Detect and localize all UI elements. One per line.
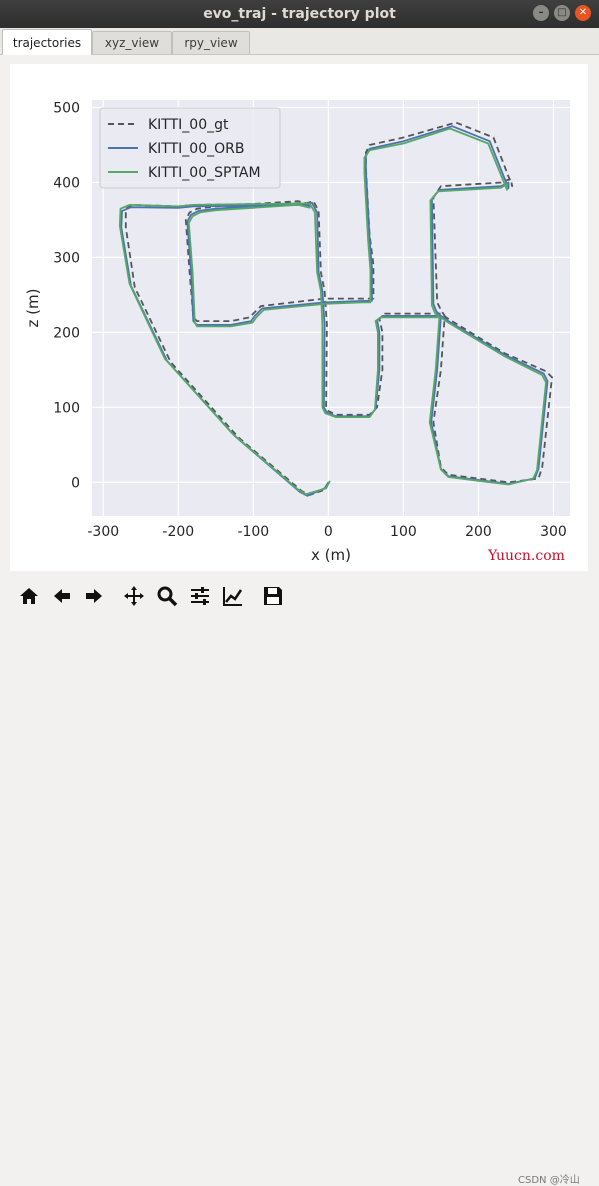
trajectory-plot[interactable]: -300 -200 -100 0 100 200 300 0 100 200 300 400 500 x … — [10, 64, 588, 571]
tab-label: trajectories — [12, 35, 82, 50]
back-button[interactable] — [51, 585, 75, 609]
x-tick-label: -100 — [237, 524, 269, 540]
zoom-magnifier-icon — [157, 586, 178, 607]
y-tick-label: 400 — [53, 175, 80, 191]
x-tick-label: -300 — [87, 524, 119, 540]
window-titlebar: evo_traj - trajectory plot – □ ✕ — [0, 0, 599, 28]
window-controls: – □ ✕ — [533, 5, 591, 21]
tab-label: xyz_view — [104, 36, 160, 50]
x-tick-label: -200 — [162, 524, 194, 540]
tab-trajectories[interactable]: trajectories — [2, 29, 92, 55]
minimize-button[interactable]: – — [533, 5, 549, 21]
y-tick-label: 200 — [53, 325, 80, 341]
home-icon — [20, 588, 38, 604]
y-tick-label: 300 — [53, 250, 80, 266]
watermark-text: Yuucn.com — [488, 548, 565, 564]
credit-text: CSDN @冷山 — [518, 1175, 580, 1186]
zoom-button[interactable] — [156, 585, 180, 609]
plot-canvas[interactable]: -300 -200 -100 0 100 200 300 0 100 200 300 400 500 x … — [10, 64, 588, 571]
maximize-button[interactable]: □ — [554, 5, 570, 21]
tab-xyz-view[interactable]: xyz_view — [92, 31, 172, 54]
forward-button[interactable] — [83, 585, 107, 609]
forward-arrow-icon — [86, 589, 102, 603]
x-axis-label: x (m) — [311, 546, 351, 564]
tab-label: rpy_view — [184, 36, 238, 50]
y-tick-label: 500 — [53, 100, 80, 116]
home-button[interactable] — [18, 585, 42, 609]
matplotlib-toolbar: CSDN @冷山 — [0, 582, 599, 1186]
edit-axis-button[interactable] — [222, 585, 246, 609]
tab-rpy-view[interactable]: rpy_view — [172, 31, 250, 54]
x-tick-label: 300 — [540, 524, 567, 540]
y-axis-label: z (m) — [24, 289, 42, 328]
window-title: evo_traj - trajectory plot — [203, 6, 396, 22]
configure-subplots-icon — [191, 587, 209, 605]
save-button[interactable] — [262, 585, 286, 609]
legend-label: KITTI_00_SPTAM — [148, 165, 261, 181]
configure-subplots-button[interactable] — [189, 585, 213, 609]
tab-bar: trajectories xyz_view rpy_view — [0, 28, 599, 55]
legend-label: KITTI_00_ORB — [148, 141, 244, 157]
y-tick-label: 100 — [53, 400, 80, 416]
back-arrow-icon — [54, 589, 70, 603]
edit-axis-curve-icon — [223, 587, 243, 606]
y-tick-label: 0 — [71, 475, 80, 491]
legend-label: KITTI_00_gt — [148, 117, 229, 133]
save-floppy-icon — [264, 587, 282, 605]
x-tick-label: 100 — [390, 524, 417, 540]
x-tick-label: 0 — [324, 524, 333, 540]
x-tick-label: 200 — [465, 524, 492, 540]
pan-button[interactable] — [123, 585, 147, 609]
pan-move-icon — [124, 586, 144, 606]
close-button[interactable]: ✕ — [575, 5, 591, 21]
